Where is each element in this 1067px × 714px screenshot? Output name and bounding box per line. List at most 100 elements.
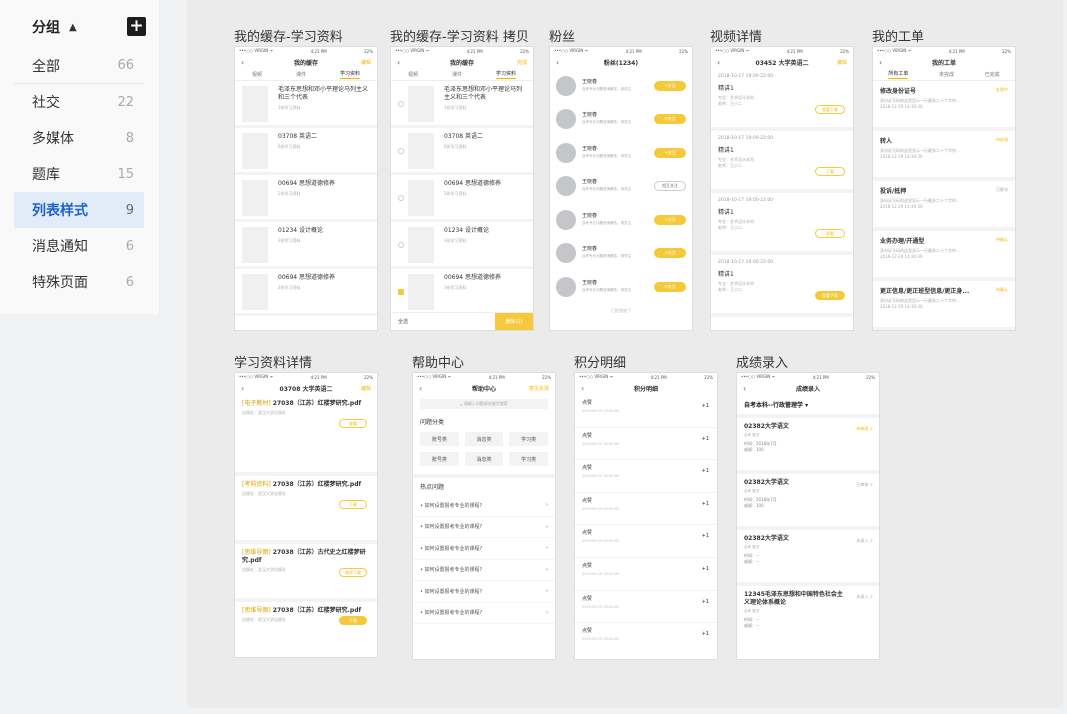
category-button[interactable]: 消息类 (464, 432, 504, 446)
edit-button[interactable]: 编辑 (837, 59, 847, 66)
fan-item[interactable]: 王晓春 自考专业问题咨询解答，请关注 +关注 (550, 237, 692, 271)
grade-status-link[interactable]: 未录入 > (856, 538, 873, 544)
list-item[interactable]: 00694 思想道德修养 2份学习资料 (235, 175, 377, 222)
tab-incomplete[interactable]: 未完成 (939, 71, 954, 78)
material-item[interactable]: [电子教材] 27038（江苏）红楼梦研究.pdf 出版社：武汉大学出版社 查看 (235, 395, 377, 476)
work-order-item[interactable]: 转人 待处理 身份证号码的这里显示一行最多二十个字符... 2018-12-29 14… (873, 131, 1015, 181)
material-item[interactable]: [考前资料] 27038（江苏）红楼梦研究.pdf 出版社：武汉大学出版社 下载 (235, 476, 377, 544)
tab-completed[interactable]: 已完成 (985, 71, 1000, 78)
phone-screen[interactable]: •••○○ VIRGIN ᯤ 4:21 PM 22% ‹ 帮助中心 意见反馈 ⌕ 请输入… (412, 372, 556, 660)
back-icon[interactable]: ‹ (556, 58, 559, 67)
sidebar-item-special-pages[interactable]: 特殊页面 6 (14, 264, 144, 300)
fan-item[interactable]: 王晓春 自考专业问题咨询解答，请关注 +关注 (550, 69, 692, 103)
back-icon[interactable]: ‹ (743, 384, 746, 393)
phone-screen[interactable]: •••○○ VIRGIN ᯤ 4:21 PM 22% ‹ 我的工单 所有工单 未完成 已完… (872, 46, 1016, 331)
checkbox[interactable] (398, 242, 404, 248)
sidebar-item-notifications[interactable]: 消息通知 6 (14, 228, 144, 264)
list-item[interactable]: 毛泽东思想和邓小平理论马列主义和三个代表 3份学习资料 (235, 81, 377, 128)
tab-courseware[interactable]: 课件 (296, 71, 306, 78)
faq-item[interactable]: • 如何设置报考专业的课程? › (413, 495, 555, 517)
work-order-item[interactable]: 更正信息/更正班型信息/更正身... 待确认 身份证号码的这里显示一行最多二十个字符… (873, 281, 1015, 330)
tab-all-orders[interactable]: 所有工单 (888, 70, 909, 79)
list-item[interactable]: 01234 设计概论 3份学习资料 (235, 222, 377, 269)
tab-video[interactable]: 视频 (252, 71, 262, 78)
follow-button[interactable]: +关注 (654, 147, 686, 158)
list-item[interactable]: 01234 设计概论 3份学习资料 (391, 222, 533, 269)
video-action-button[interactable]: 下载 (815, 167, 845, 176)
phone-screen[interactable]: •••○○ VIRGIN ᯤ 4:21 PM 22% ‹ 我的缓存 编辑 视频 课件 学习资… (234, 46, 378, 331)
grade-item[interactable]: 12345毛泽东思想和中国特色社会主义理论体系概论 必考 笔试 时间：-- 成绩：--… (737, 586, 879, 648)
done-button[interactable]: 完成 (517, 59, 527, 66)
edit-button[interactable]: 编辑 (361, 59, 371, 66)
sidebar-item-social[interactable]: 社交 22 (14, 84, 144, 120)
follow-button[interactable]: +关注 (654, 114, 686, 125)
major-selector[interactable]: 自考本科--行政管理学 ▾ (737, 395, 879, 418)
add-group-button[interactable]: + (127, 17, 146, 36)
work-order-item[interactable]: 修改身份证号 处理中 身份证号码的这里显示一行最多二十个字符... 2018-12-2… (873, 81, 1015, 131)
grade-item[interactable]: 02382大学语文 必考 笔试 时间：-- 成绩：-- 未录入 > (737, 530, 879, 586)
faq-item[interactable]: • 如何设置报考专业的课程? › (413, 581, 555, 603)
checkbox[interactable] (398, 101, 404, 107)
material-action-button[interactable]: 查看 (339, 419, 367, 428)
tab-courseware[interactable]: 课件 (452, 71, 462, 78)
phone-screen[interactable]: •••○○ VIRGIN ᯤ 4:21 PM 22% ‹ 03708 大学英语二 编辑 … (234, 372, 378, 658)
list-item[interactable]: 03708 英语二 6份学习资料 (391, 128, 533, 175)
video-action-button[interactable]: 观看 (815, 229, 845, 238)
faq-item[interactable]: • 如何设置报考专业的课程? › (413, 560, 555, 581)
back-icon[interactable]: ‹ (241, 384, 244, 393)
back-icon[interactable]: ‹ (879, 58, 882, 67)
tab-video[interactable]: 视频 (408, 71, 418, 78)
checkbox-checked[interactable] (398, 289, 404, 295)
video-item[interactable]: 2018-10-17 19:00-22:00 精讲1 专业：艺术设计本科 老师：王小二… (711, 131, 853, 193)
category-button[interactable]: 账号类 (420, 452, 459, 466)
back-icon[interactable]: ‹ (241, 58, 244, 67)
material-item[interactable]: [思维导图] 27038（江苏）古代史之红楼梦研究.pdf 出版社：武汉大学出版社… (235, 544, 377, 602)
material-item[interactable]: [思维导图] 27038（江苏）红楼梦研究.pdf 出版社：武汉大学出版社 下载 (235, 602, 377, 652)
group-header[interactable]: 分组 ▲ + (32, 14, 146, 40)
feedback-button[interactable]: 意见反馈 (529, 385, 549, 392)
material-action-button[interactable]: 继续下载 (339, 568, 367, 577)
faq-item[interactable]: • 如何设置报考专业的课程? › (413, 517, 555, 538)
tab-materials[interactable]: 学习资料 (495, 70, 516, 79)
work-order-item[interactable]: 业务办理/开通型 待确认 身份证号码的这里显示一行最多二十个字符... 2018-12… (873, 231, 1015, 281)
sidebar-item-multimedia[interactable]: 多媒体 8 (14, 120, 144, 156)
checkbox[interactable] (398, 195, 404, 201)
sidebar-item-all[interactable]: 全部 66 (14, 48, 144, 84)
list-item[interactable]: 00694 思想道德修养 2份学习资料 (391, 175, 533, 222)
mutual-follow-button[interactable]: 相互关注 (654, 181, 686, 192)
phone-screen[interactable]: •••○○ VIRGIN ᯤ 4:21 PM 22% ‹ 积分明细 点赞 2019-09… (574, 372, 718, 660)
grade-status-link[interactable]: 已审核 > (856, 482, 873, 488)
fan-item[interactable]: 王晓春 自考专业问题咨询解答，请关注 +关注 (550, 136, 692, 170)
material-action-button[interactable]: 下载 (339, 500, 367, 509)
faq-item[interactable]: • 如何设置报考专业的课程? › (413, 603, 555, 624)
list-item[interactable]: 毛泽东思想和邓小平理论马列主义和三个代表 3份学习资料 (391, 81, 533, 128)
phone-screen[interactable]: •••○○ VIRGIN ᯤ 4:21 PM 22% ‹ 粉丝(1234) 王晓春 自考… (549, 46, 693, 331)
follow-button[interactable]: +关注 (654, 214, 686, 225)
category-button[interactable]: 消息类 (464, 452, 504, 466)
list-item[interactable]: 03708 英语二 6份学习资料 (235, 128, 377, 175)
fan-item[interactable]: 王晓春 自考专业问题咨询解答，请关注 相互关注 (550, 170, 692, 204)
video-item[interactable]: 2018-10-17 19:00-22:00 精讲1 专业：艺术设计本科 老师：王小二… (711, 69, 853, 131)
checkbox[interactable] (398, 148, 404, 154)
follow-button[interactable]: +关注 (654, 281, 686, 292)
tab-materials[interactable]: 学习资料 (339, 70, 360, 79)
grade-status-link[interactable]: 待修改 > (856, 426, 873, 432)
follow-button[interactable]: +关注 (654, 80, 686, 91)
back-icon[interactable]: ‹ (397, 58, 400, 67)
phone-screen[interactable]: •••○○ VIRGIN ᯤ 4:21 PM 22% ‹ 03452 大学英语二 编辑 … (710, 46, 854, 331)
fan-item[interactable]: 王晓春 自考专业问题咨询解答，请关注 +关注 (550, 203, 692, 237)
category-button[interactable]: 学习类 (509, 452, 548, 466)
list-item[interactable]: 00694 思想道德修养 3份学习资料 (391, 269, 533, 316)
follow-button[interactable]: +关注 (654, 248, 686, 259)
video-item[interactable]: 2018-10-17 19:00-22:00 精讲1 专业：艺术设计本科 老师：王小二… (711, 255, 853, 317)
video-item[interactable]: 2018-10-17 19:00-22:00 精讲1 专业：艺术设计本科 老师：王小二… (711, 193, 853, 255)
select-all-button[interactable]: 全选 (398, 318, 408, 325)
fan-item[interactable]: 王晓春 自考专业问题咨询解答，请关注 +关注 (550, 270, 692, 304)
caret-up-icon[interactable]: ▲ (69, 22, 77, 33)
grade-item[interactable]: 02382大学语文 必考 笔试 时间：2018年7月 成绩：100 已审核 > (737, 474, 879, 530)
work-order-item[interactable]: 投诉/抵押 已解决 身份证号码的这里显示一行最多二十个字符... 2018-12-29… (873, 181, 1015, 231)
fan-item[interactable]: 王晓春 自考专业问题咨询解答，请关注 +关注 (550, 103, 692, 137)
search-input[interactable]: ⌕ 请输入问题或关键字搜索 (420, 399, 548, 409)
phone-screen[interactable]: •••○○ VIRGIN ᯤ 4:21 PM 22% ‹ 我的缓存 完成 视频 课件 学习资… (390, 46, 534, 331)
video-action-button[interactable]: 观看下载 (815, 105, 845, 114)
